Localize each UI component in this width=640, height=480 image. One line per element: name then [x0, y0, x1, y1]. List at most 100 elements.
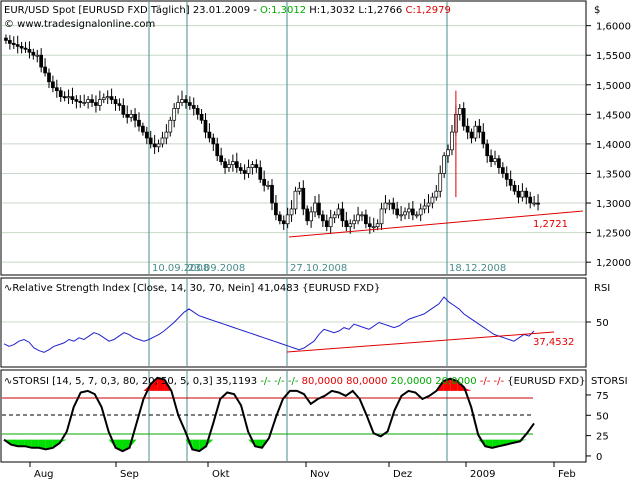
price-y-tick-label: 1,3500 [596, 169, 631, 180]
price-candle-body [172, 108, 177, 121]
price-title-open: O:1,3012 [260, 5, 306, 16]
x-axis: Aug Sep Okt Nov Dez 2009 Feb [29, 462, 576, 480]
price-candle-body [321, 214, 325, 222]
price-candle-body [86, 99, 90, 103]
price-title-main: EUR/USD Spot [EURUSD FXD Täglich] 23.01.… [4, 5, 260, 16]
storsi-title-symbol: {EURUSD FXD} [507, 376, 585, 387]
storsi-y-tick-label: 50 [596, 411, 609, 422]
price-title-close: C:1,2979 [402, 5, 451, 16]
x-axis-label: Okt [212, 469, 230, 480]
watermark: © www.tradesignalonline.com [4, 19, 155, 30]
price-candle-body [148, 137, 153, 145]
price-candle-body [215, 143, 220, 157]
price-candle-body [305, 208, 310, 222]
price-candle-body [105, 96, 110, 99]
price-candle-body [375, 223, 380, 228]
price-candle-body [15, 44, 20, 47]
price-candle-body [332, 214, 337, 219]
price-candle-body [328, 217, 333, 228]
price-trendline-label: 1,2721 [533, 219, 568, 230]
price-candle-body [254, 164, 259, 168]
price-candle-body [481, 131, 486, 145]
price-candle-body [35, 54, 40, 57]
price-candle-body [23, 47, 28, 50]
price-candle-body [39, 54, 44, 68]
storsi-title-dashes2: -/- -/- [480, 376, 508, 387]
price-candle-body [383, 202, 388, 210]
price-candle-body [336, 208, 341, 216]
price-candle-body [418, 208, 423, 216]
price-candle-body [438, 173, 443, 192]
price-candle-body [504, 173, 509, 180]
price-candle-body [293, 190, 298, 210]
price-candle-body [164, 131, 169, 139]
price-candle-body [234, 161, 239, 168]
price-title-high: H:1,3032 [306, 5, 355, 16]
price-candle-body [19, 45, 24, 49]
price-candle-body [528, 196, 533, 204]
price-candle-body [242, 170, 247, 174]
rsi-right-label: RSI [594, 283, 610, 294]
price-candle-body [90, 99, 94, 103]
price-candle-body [442, 155, 446, 174]
price-y-tick-label: 1,5500 [596, 51, 631, 62]
rsi-title: ∿Relative Strength Index [Close, 14, 30,… [4, 283, 380, 294]
storsi-title-main: STORSI [14, 5, 7, 0,3, 80, 20, 50, 5, 0,… [12, 376, 260, 387]
price-candle-body [144, 131, 149, 139]
price-candle-body [430, 196, 435, 204]
price-candle-body [379, 208, 384, 225]
price-candle-body [364, 214, 368, 225]
price-candle-body [250, 164, 255, 168]
price-candle-body [62, 96, 67, 99]
price-candle-body [31, 51, 36, 56]
price-candle-body [11, 43, 16, 45]
price-candle-body [493, 158, 497, 163]
price-y-tick-label: 1,2000 [596, 258, 631, 269]
price-candle-body [450, 131, 454, 151]
price-y-tick-label: 1,6000 [596, 22, 631, 33]
price-candle-body [121, 105, 126, 115]
price-panel-frame [0, 0, 587, 276]
storsi-title: ∿STORSI [14, 5, 7, 0,3, 80, 20, 50, 5, 0… [4, 376, 585, 387]
price-candle-body [356, 214, 360, 222]
price-candle-body [258, 167, 263, 180]
price-y-tick-label: 1,3000 [596, 199, 631, 210]
price-candle-body [207, 131, 212, 139]
price-candle-body [297, 187, 302, 192]
price-candle-body [403, 211, 407, 216]
price-candle-body [469, 131, 474, 139]
price-candle-body [43, 66, 47, 74]
price-candle-body [309, 211, 313, 222]
price-candle-body [246, 167, 251, 174]
price-candle-body [129, 113, 134, 118]
storsi-y-tick-label: 0 [596, 452, 602, 463]
price-candle-body [141, 125, 145, 133]
price-y-tick-label: 1,4500 [596, 110, 631, 121]
x-axis-label: Aug [34, 469, 54, 480]
price-candle-body [137, 119, 141, 127]
price-candle-body [78, 100, 83, 103]
price-title-low: L:1,2766 [355, 5, 402, 16]
price-candle-body [461, 108, 466, 127]
price-candle-body [187, 102, 192, 106]
price-candle-body [203, 119, 208, 133]
price-candle-body [399, 214, 403, 217]
price-candle-body [180, 99, 184, 103]
price-candle-body [8, 40, 12, 44]
x-axis-label: 2009 [470, 469, 495, 480]
price-candle-body [344, 220, 349, 228]
price-candle-body [477, 125, 482, 133]
price-candle-body [4, 37, 8, 41]
price-y-tick-label: 1,5000 [596, 81, 631, 92]
price-candle-body [395, 208, 400, 216]
price-candle-body [289, 208, 294, 216]
rsi-title-icon: ∿ [4, 283, 12, 294]
price-candle-body [168, 119, 173, 133]
price-candle-body [270, 184, 274, 204]
price-candle-body [446, 149, 450, 157]
price-candle-body [352, 220, 357, 225]
price-candle-body [536, 202, 540, 205]
storsi-title-red: 80,0000 80,0000 [302, 376, 391, 387]
price-candle-body [109, 96, 114, 100]
price-candle-body [532, 202, 536, 205]
